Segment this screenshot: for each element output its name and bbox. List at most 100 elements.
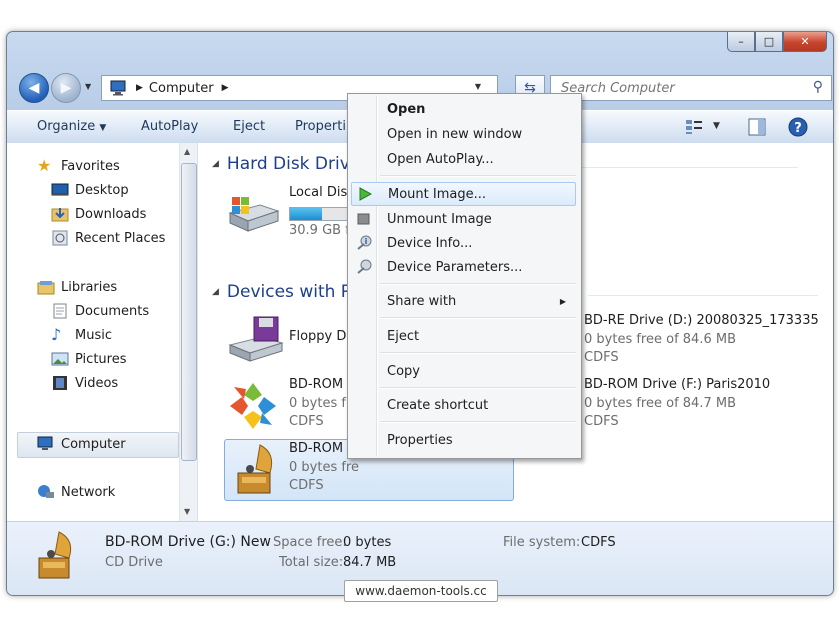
music-icon: ♪ xyxy=(51,325,62,344)
search-box[interactable]: ⚲ xyxy=(550,75,832,101)
scroll-thumb[interactable] xyxy=(181,163,197,461)
autoplay-button[interactable]: AutoPlay xyxy=(141,119,198,134)
sidebar-item-computer[interactable]: Computer xyxy=(37,434,126,454)
star-icon: ★ xyxy=(37,156,52,175)
menu-separator xyxy=(380,387,576,389)
preview-pane-icon[interactable] xyxy=(748,118,766,136)
menu-item-share-with[interactable]: Share with ▶ xyxy=(351,290,576,312)
device-parameters-icon xyxy=(357,259,372,274)
recent-places-icon xyxy=(51,230,69,246)
drive-bd-rom-e[interactable]: BD-ROM D 0 bytes fre CDFS xyxy=(226,377,366,437)
floppy-drive-icon xyxy=(228,316,284,362)
group-header-removable[interactable]: ◢ Devices with Re xyxy=(212,282,362,302)
menu-item-copy[interactable]: Copy xyxy=(351,360,576,382)
documents-icon xyxy=(51,303,69,319)
network-icon xyxy=(37,484,55,500)
drive-bd-rom-f[interactable]: BD-ROM Drive (F:) Paris2010 0 bytes free… xyxy=(584,377,824,433)
sidebar-item-favorites[interactable]: ★ Favorites xyxy=(37,156,120,176)
details-drive-name: BD-ROM Drive (G:) New xyxy=(105,534,271,550)
sidebar-scrollbar[interactable]: ▲ ▼ xyxy=(179,143,197,521)
menu-separator xyxy=(380,352,576,354)
breadcrumb-separator-icon[interactable]: ▶ xyxy=(136,83,143,93)
sidebar-item-documents[interactable]: Documents xyxy=(51,301,149,321)
computer-icon xyxy=(110,80,126,96)
group-header-hard-disk[interactable]: ◢ Hard Disk Drive xyxy=(212,154,360,174)
svg-text:?: ? xyxy=(794,121,802,136)
scroll-up-icon[interactable]: ▲ xyxy=(184,147,190,156)
drive-free-space: 0 bytes free of 84.7 MB xyxy=(584,396,736,411)
menu-item-open-new-window[interactable]: Open in new window xyxy=(351,123,576,145)
menu-item-mount-image[interactable]: Mount Image... xyxy=(351,182,576,206)
menu-separator xyxy=(380,317,576,319)
organize-button[interactable]: Organize ▼ xyxy=(37,119,106,134)
drive-file-system: CDFS xyxy=(584,414,619,429)
libraries-icon xyxy=(37,279,55,295)
drive-file-system: CDFS xyxy=(289,478,324,493)
sidebar-item-libraries[interactable]: Libraries xyxy=(37,277,117,297)
close-button[interactable]: ✕ xyxy=(783,32,827,52)
space-free-value: 0 bytes xyxy=(343,535,392,550)
drive-file-system: CDFS xyxy=(584,350,619,365)
drive-name: Local Disk xyxy=(289,185,355,200)
menu-item-device-parameters[interactable]: Device Parameters... xyxy=(351,256,576,278)
sidebar-item-recent-places[interactable]: Recent Places xyxy=(51,228,165,248)
menu-item-unmount-image[interactable]: Unmount Image xyxy=(351,208,576,230)
context-menu: Open Open in new window Open AutoPlay...… xyxy=(347,93,582,459)
drive-bd-re-d[interactable]: BD-RE Drive (D:) 20080325_173335 0 bytes… xyxy=(584,313,824,369)
svg-text:i: i xyxy=(365,237,368,246)
sidebar-item-pictures[interactable]: Pictures xyxy=(51,349,126,369)
search-input[interactable] xyxy=(559,76,803,100)
maximize-button[interactable]: □ xyxy=(755,32,783,52)
address-dropdown-icon[interactable]: ▼ xyxy=(475,82,481,91)
total-size-value: 84.7 MB xyxy=(343,555,397,570)
sidebar-item-music[interactable]: ♪ Music xyxy=(51,325,112,345)
drive-free-space: 0 bytes fre xyxy=(289,460,359,475)
hard-disk-icon xyxy=(228,197,280,232)
back-button[interactable]: ◀ xyxy=(19,73,49,103)
menu-separator xyxy=(380,283,576,285)
eject-button[interactable]: Eject xyxy=(233,119,265,134)
navigation-pane: ★ Favorites Desktop Downloads Recent Plac… xyxy=(7,143,198,521)
sidebar-item-videos[interactable]: Videos xyxy=(51,373,118,393)
play-icon xyxy=(359,187,373,201)
daemon-tools-logo-icon xyxy=(230,383,276,429)
drive-bd-rom-g[interactable]: BD-ROM D 0 bytes fre CDFS xyxy=(226,441,366,501)
menu-item-open[interactable]: Open xyxy=(351,98,576,120)
total-size-label: Total size: xyxy=(279,555,344,570)
help-icon[interactable]: ? xyxy=(788,117,808,137)
breadcrumb-separator-icon[interactable]: ▶ xyxy=(222,83,229,93)
change-view-icon[interactable] xyxy=(685,119,703,135)
search-icon[interactable]: ⚲ xyxy=(813,79,823,95)
menu-item-eject[interactable]: Eject xyxy=(351,325,576,347)
menu-item-open-autoplay[interactable]: Open AutoPlay... xyxy=(351,148,576,170)
menu-item-create-shortcut[interactable]: Create shortcut xyxy=(351,394,576,416)
stop-icon xyxy=(357,213,370,225)
drive-floppy[interactable]: Floppy Dis xyxy=(226,315,366,365)
downloads-folder-icon xyxy=(51,206,69,222)
gramophone-icon xyxy=(38,531,72,579)
menu-item-device-info[interactable]: i Device Info... xyxy=(351,232,576,254)
properties-button[interactable]: Properti xyxy=(295,119,346,134)
forward-button[interactable]: ▶ xyxy=(51,73,81,103)
gramophone-icon xyxy=(237,444,273,494)
minimize-button[interactable]: – xyxy=(727,32,755,52)
drive-free-space: 0 bytes free of 84.6 MB xyxy=(584,332,736,347)
view-options-dropdown-icon[interactable]: ▼ xyxy=(713,121,720,131)
device-info-icon: i xyxy=(357,235,372,250)
drive-name: BD-ROM Drive (F:) Paris2010 xyxy=(584,377,771,392)
space-free-label: Space free: xyxy=(273,535,347,550)
recent-pages-dropdown-icon[interactable]: ▼ xyxy=(85,82,91,91)
file-system-label: File system: xyxy=(503,535,581,550)
collapse-triangle-icon[interactable]: ◢ xyxy=(212,287,219,297)
drive-name: BD-RE Drive (D:) 20080325_173335 xyxy=(584,313,819,328)
sidebar-item-downloads[interactable]: Downloads xyxy=(51,204,146,224)
collapse-triangle-icon[interactable]: ◢ xyxy=(212,159,219,169)
sidebar-item-desktop[interactable]: Desktop xyxy=(51,180,129,200)
group-divider xyxy=(588,295,818,296)
menu-item-properties[interactable]: Properties xyxy=(351,429,576,451)
menu-separator xyxy=(380,175,576,177)
sidebar-item-network[interactable]: Network xyxy=(37,482,115,502)
menu-separator xyxy=(380,421,576,423)
breadcrumb-computer[interactable]: Computer xyxy=(149,81,214,96)
scroll-down-icon[interactable]: ▼ xyxy=(184,507,190,516)
